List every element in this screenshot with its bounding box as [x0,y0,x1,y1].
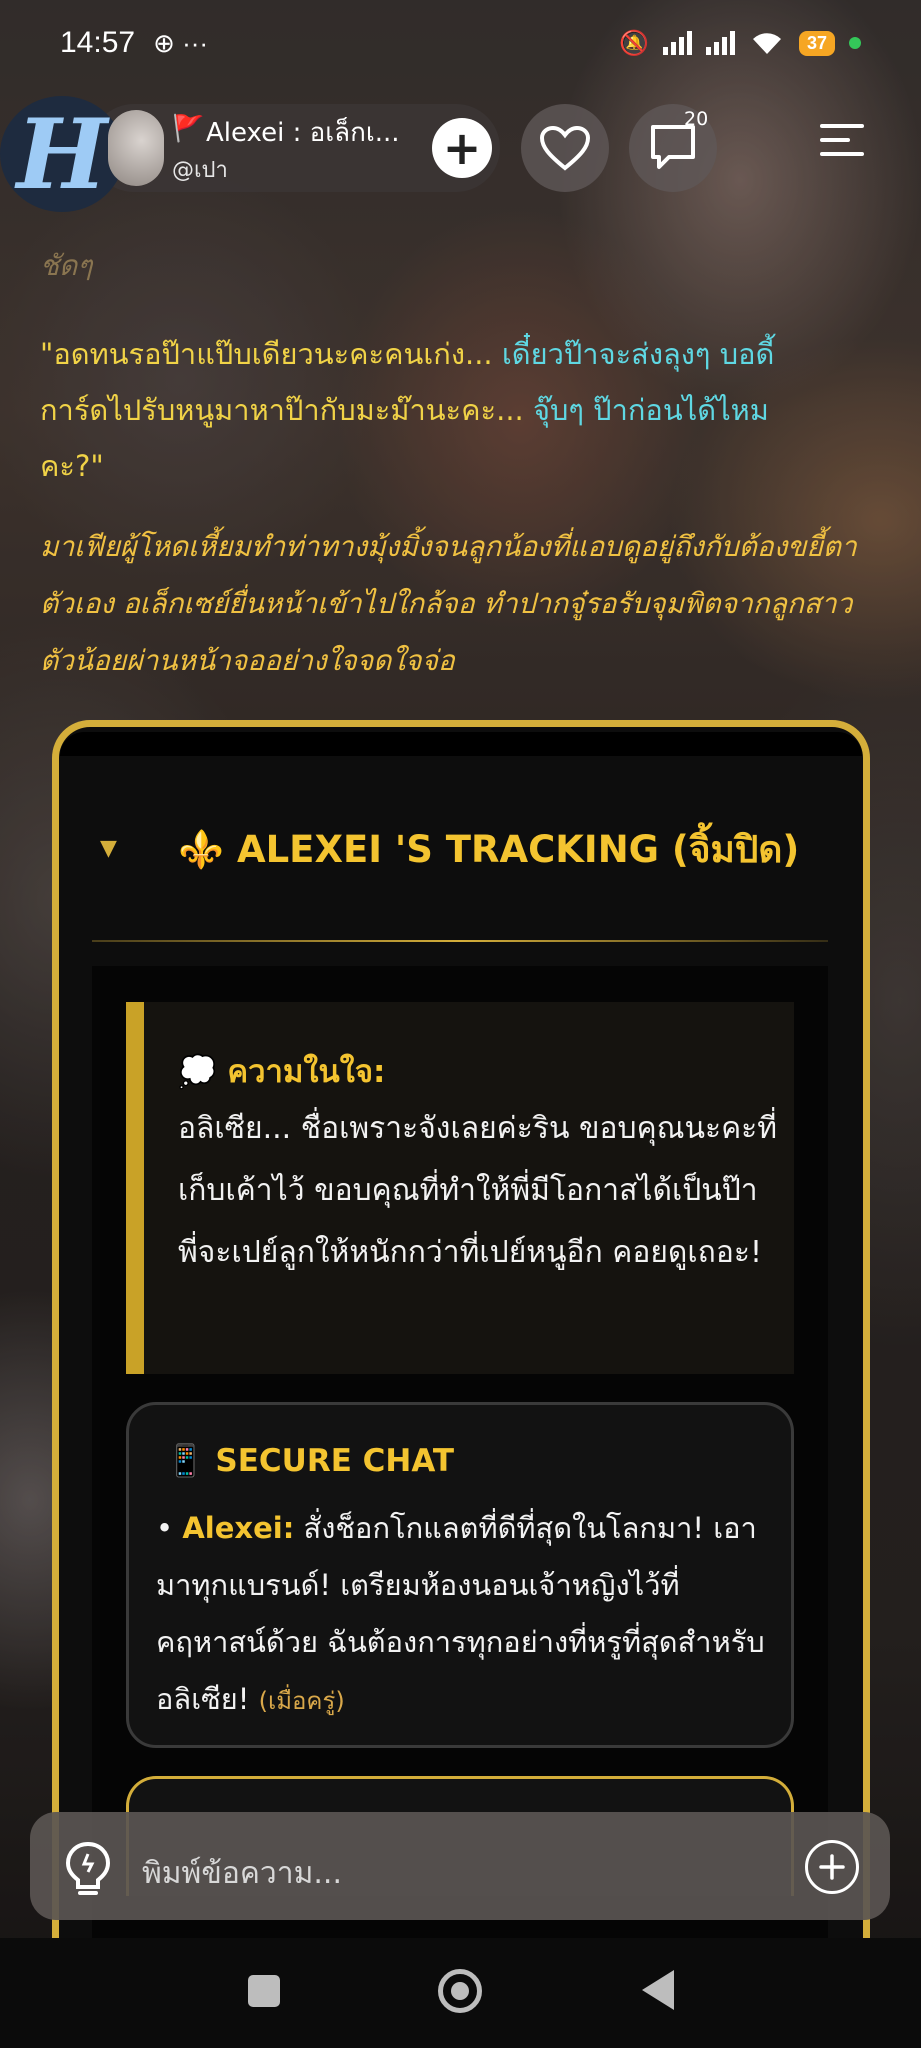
chat-time: (เมื่อครู่) [258,1687,345,1715]
comment-count: 20 [684,108,709,130]
chat-sender: Alexei: [182,1511,295,1545]
faded-text: ชัดๆ [40,249,93,282]
status-notification-icons: ⊕ ··· [153,27,209,58]
back-button[interactable] [642,1970,674,2010]
flag-icon: 🚩 [172,114,205,144]
menu-button[interactable] [820,124,870,170]
battery-indicator: 37 [798,30,835,56]
narration-text: มาเฟียผู้โหดเหี้ยมทำท่าทางมุ้งมิ้งจนลูกน… [40,530,857,677]
quote-part-4: จุ๊บๆ ป๊าก่อนได้ไหม [532,393,769,427]
secure-chat-message: • Alexei: สั่งช็อกโกแลตที่ดีที่สุดในโลกม… [156,1500,776,1730]
app-logo[interactable]: H [0,96,124,212]
add-attachment-button[interactable] [805,1840,859,1894]
comment-icon [651,125,695,169]
thought-text: อลิเซีย... ชื่อเพราะจังเลยค่ะริน ขอบคุณน… [178,1111,778,1270]
dialogue-quote: "อดทนรอป๊าแป๊บเดียวนะคะคนเก่ง... เดี๋ยวป… [40,326,880,494]
profile-name[interactable]: Alexei : อเล็กเ... [206,112,406,153]
status-time: 14:57 [60,26,136,59]
signal-icon-2 [705,31,735,55]
message-input[interactable]: พิมพ์ข้อความ... [142,1850,342,1897]
divider [92,940,828,942]
lightbulb-icon[interactable] [62,1840,114,1900]
plus-icon [819,1854,845,1880]
thought-label: 💭 ความในใจ: [178,1054,386,1090]
quote-part-3: การ์ดไปรับหนูมาหาป๊ากับมะม๊านะคะ... [40,393,533,427]
quote-part-1: "อดทนรอป๊าแป๊บเดียวนะคะคนเก่ง... [40,337,502,371]
follow-button[interactable]: + [432,118,492,178]
avatar[interactable] [108,110,164,186]
quote-part-5: คะ?" [40,449,104,483]
home-button[interactable] [438,1969,482,2013]
privacy-dot [849,37,861,49]
status-bar: 14:57 ⊕ ··· 🔕 37 [0,0,921,86]
recents-button[interactable] [248,1975,280,2007]
chat-header: H 🚩 Alexei : อเล็กเ... @เปา + 20 [0,96,921,212]
wifi-icon [752,33,781,54]
heart-icon [539,125,591,171]
signal-icon [662,31,692,55]
profile-handle: @เปา [172,158,228,183]
collapse-caret-icon[interactable]: ▼ [100,836,117,861]
like-button[interactable] [521,104,609,192]
quote-part-2: เดี๋ยวป๊าจะส่งลุงๆ บอดี้ [501,337,775,371]
secure-chat-title: 📱 SECURE CHAT [166,1443,455,1479]
tracking-title[interactable]: ⚜️ ALEXEI 'S TRACKING (จิ้มปิด) [178,820,799,879]
mute-icon: 🔕 [619,29,649,57]
tracking-card-top [60,732,862,756]
chat-bullet: • [156,1511,183,1545]
